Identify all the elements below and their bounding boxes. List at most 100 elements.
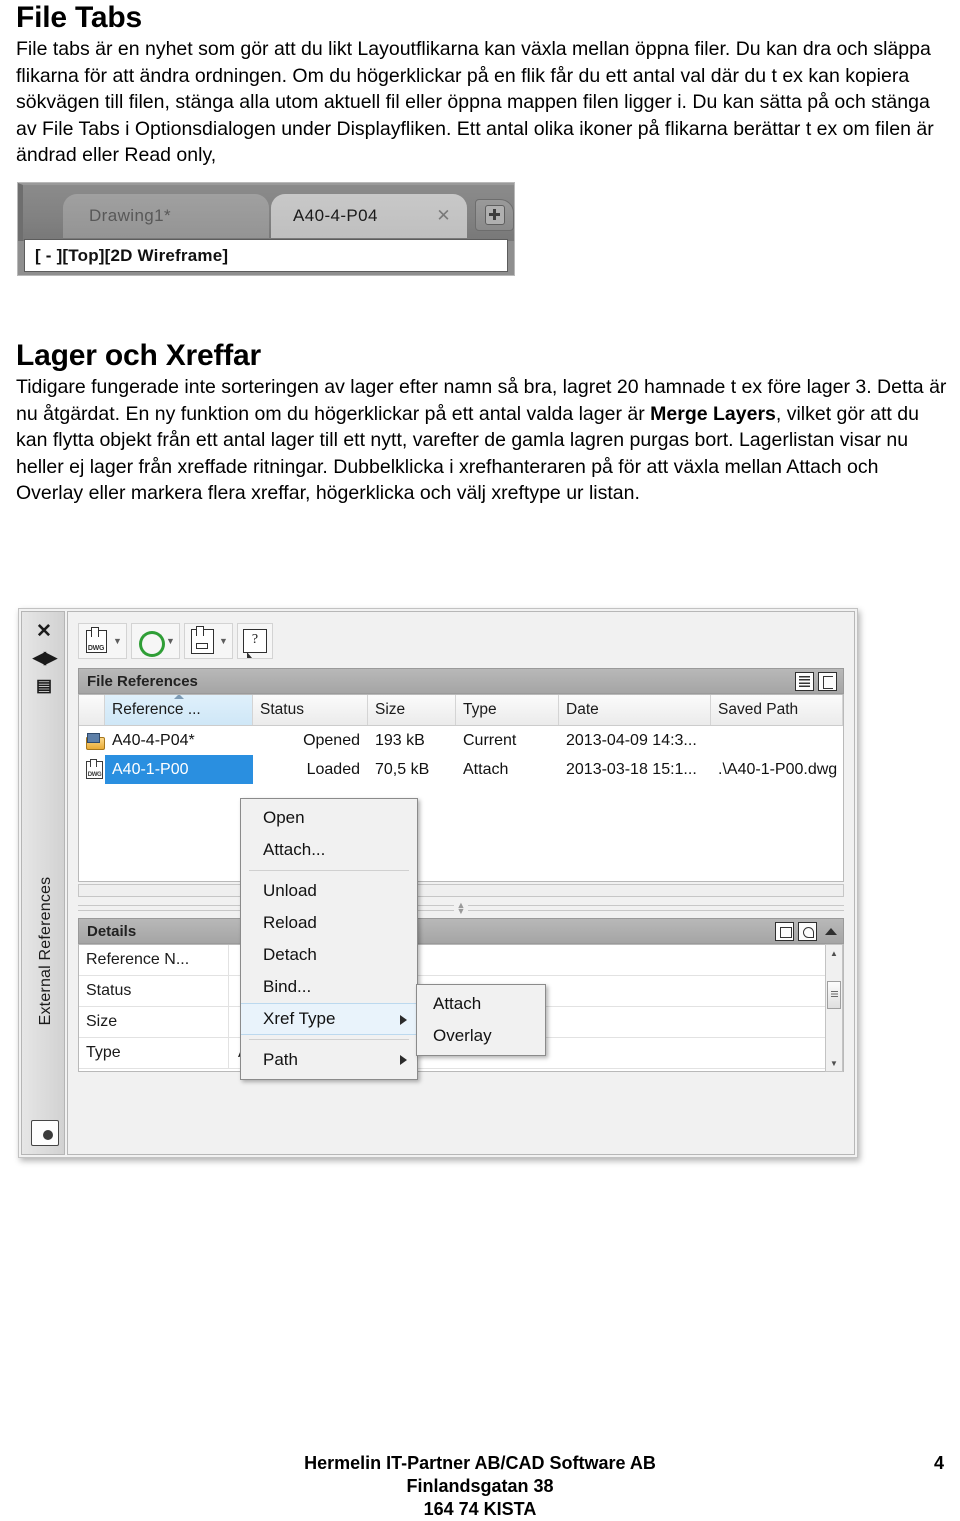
cell-size: 70,5 kB bbox=[375, 760, 430, 778]
sort-ascending-icon bbox=[173, 695, 184, 699]
new-tab-button[interactable] bbox=[475, 199, 514, 231]
dwg-icon: DWG bbox=[85, 626, 107, 653]
footer-line-2: Finlandsgatan 38 bbox=[406, 1476, 554, 1496]
column-label: Type bbox=[463, 701, 497, 718]
menu-item-reload[interactable]: Reload bbox=[241, 907, 417, 939]
refresh-button[interactable] bbox=[134, 626, 165, 657]
attach-underlay-button[interactable] bbox=[187, 625, 217, 656]
row-icon-cell: DWG bbox=[79, 755, 105, 784]
menu-item-label: Attach... bbox=[263, 840, 326, 859]
section-title: File References bbox=[87, 672, 198, 690]
column-header-date[interactable]: Date bbox=[559, 695, 711, 725]
column-label: Date bbox=[566, 701, 599, 718]
section-header-details[interactable]: Details bbox=[78, 918, 844, 944]
menu-item-open[interactable]: Open bbox=[241, 802, 417, 834]
paragraph-lager-och-xreffar: Tidigare fungerade inte sorteringen av l… bbox=[16, 374, 950, 507]
toolbar-group-refresh: ▼ bbox=[131, 623, 180, 659]
column-header-type[interactable]: Type bbox=[456, 695, 559, 725]
file-tab-a40-4-p04[interactable]: A40-4-P04 ✕ bbox=[271, 194, 467, 238]
cell-type: Current bbox=[463, 731, 517, 749]
attach-dwg-button[interactable]: DWG bbox=[81, 626, 111, 656]
cell-type: Attach bbox=[463, 760, 509, 778]
menu-item-label: Unload bbox=[263, 881, 317, 900]
splitter-grip-icon: ▲ ▼ bbox=[454, 901, 468, 916]
table-row[interactable]: A40-4-P04* Opened 193 kB Current 2013-04… bbox=[79, 726, 843, 755]
column-header-size[interactable]: Size bbox=[368, 695, 456, 725]
document-page: File Tabs File tabs är en nyhet som gör … bbox=[0, 0, 960, 1519]
column-label: Status bbox=[260, 701, 304, 718]
heading-lager-och-xreffar: Lager och Xreffar bbox=[16, 339, 262, 372]
cell-reference: A40-4-P04* bbox=[112, 731, 195, 749]
chevron-down-icon[interactable]: ▼ bbox=[111, 626, 124, 656]
column-header-reference[interactable]: Reference ... bbox=[105, 695, 253, 725]
menu-item-label: Path bbox=[263, 1050, 298, 1069]
row-icon-cell bbox=[79, 726, 105, 755]
menu-item-label: Bind... bbox=[263, 977, 312, 996]
context-menu: Open Attach... Unload Reload Detach Bind… bbox=[240, 798, 418, 1080]
help-button[interactable]: ? bbox=[240, 626, 270, 658]
list-view-icon[interactable] bbox=[795, 672, 814, 691]
question-icon: ? bbox=[243, 629, 267, 658]
cell-status: Loaded bbox=[306, 760, 360, 778]
menu-separator bbox=[249, 1039, 409, 1040]
menu-item-unload[interactable]: Unload bbox=[241, 875, 417, 907]
cell-date: 2013-04-09 14:3... bbox=[566, 731, 697, 749]
toolbar-group-help: ? bbox=[237, 623, 273, 659]
tree-view-icon[interactable] bbox=[818, 672, 837, 691]
chevron-down-icon[interactable]: ▼ bbox=[217, 626, 230, 656]
cell-size: 193 kB bbox=[375, 731, 425, 749]
menu-item-label: Xref Type bbox=[263, 1009, 336, 1028]
menu-item-xref-type[interactable]: Xref Type bbox=[241, 1003, 417, 1035]
column-header-status[interactable]: Status bbox=[253, 695, 368, 725]
submenu-item-overlay[interactable]: Overlay bbox=[417, 1020, 545, 1052]
column-label: Reference ... bbox=[112, 701, 201, 718]
menu-item-attach[interactable]: Attach... bbox=[241, 834, 417, 866]
scrollbar-thumb[interactable] bbox=[827, 981, 841, 1009]
collapse-icon[interactable] bbox=[775, 922, 794, 941]
toolbar-group-attach-underlay: ▼ bbox=[184, 623, 233, 659]
menu-item-path[interactable]: Path bbox=[241, 1044, 417, 1076]
menu-item-detach[interactable]: Detach bbox=[241, 939, 417, 971]
submenu-item-attach[interactable]: Attach bbox=[417, 988, 545, 1020]
detail-key: Size bbox=[79, 1007, 229, 1037]
footer-line-3: 164 74 KISTA bbox=[423, 1499, 537, 1519]
palette-properties-icon[interactable]: ▤ bbox=[22, 676, 66, 696]
refresh-icon bbox=[138, 630, 165, 657]
scroll-down-icon[interactable]: ▼ bbox=[826, 1056, 842, 1070]
menu-item-label: Detach bbox=[263, 945, 317, 964]
details-vertical-scrollbar[interactable]: ▲ ▼ bbox=[825, 944, 843, 1072]
paragraph-bold-merge-layers: Merge Layers bbox=[650, 402, 776, 425]
scroll-up-icon[interactable]: ▲ bbox=[826, 946, 842, 960]
chevron-down-icon[interactable]: ▼ bbox=[164, 626, 177, 656]
menu-separator bbox=[249, 870, 409, 871]
table-row[interactable]: DWG A40-1-P00 Loaded 70,5 kB Attach 2013… bbox=[79, 755, 843, 784]
toolbar-group-attach-dwg: DWG ▼ bbox=[78, 623, 127, 659]
screenshot-file-tabs: Drawing1* A40-4-P04 ✕ [ - ][Top][2D Wire… bbox=[18, 183, 514, 275]
section-header-file-references[interactable]: File References bbox=[78, 668, 844, 694]
caret-up-icon[interactable] bbox=[825, 928, 837, 935]
menu-item-label: Open bbox=[263, 808, 305, 827]
footer-line-1: Hermelin IT-Partner AB/CAD Software AB bbox=[304, 1453, 656, 1473]
detail-row[interactable]: Reference N... bbox=[79, 945, 843, 976]
zoom-to-xref-icon[interactable] bbox=[798, 922, 817, 941]
viewport-label: [ - ][Top][2D Wireframe] bbox=[35, 245, 229, 265]
panel-splitter[interactable]: ▲ ▼ bbox=[78, 901, 844, 916]
screenshot-external-references-palette: ✕ ◀▶ ▤ External References DWG ▼ ▼ ▼ ? F… bbox=[18, 608, 858, 1158]
column-header-saved-path[interactable]: Saved Path bbox=[711, 695, 843, 725]
page-number: 4 bbox=[933, 1453, 944, 1473]
menu-item-label: Overlay bbox=[433, 1026, 492, 1045]
close-icon[interactable]: ✕ bbox=[436, 206, 451, 226]
folder-current-icon bbox=[86, 732, 105, 750]
section-view-icons bbox=[795, 672, 837, 691]
file-tab-drawing1[interactable]: Drawing1* bbox=[63, 194, 269, 238]
dwg-file-icon: DWG bbox=[86, 758, 103, 779]
menu-item-bind[interactable]: Bind... bbox=[241, 971, 417, 1003]
column-header-icon[interactable] bbox=[79, 695, 105, 725]
horizontal-scrollbar[interactable] bbox=[78, 884, 844, 897]
cell-saved-path bbox=[711, 726, 843, 755]
detail-key: Status bbox=[79, 976, 229, 1006]
close-icon[interactable]: ✕ bbox=[22, 620, 66, 643]
cell-saved-path: .\A40-1-P00.dwg bbox=[718, 760, 838, 778]
auto-hide-icon[interactable]: ◀▶ bbox=[22, 648, 66, 668]
file-references-table: Reference ... Status Size Type Date Save… bbox=[78, 694, 844, 882]
